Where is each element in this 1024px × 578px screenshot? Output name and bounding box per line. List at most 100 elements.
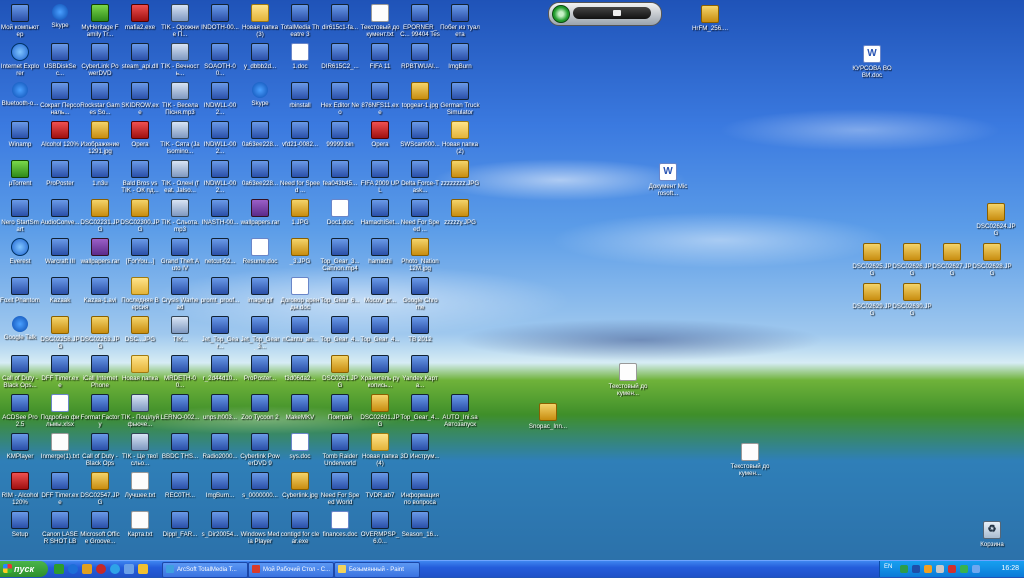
desktop-icon-dsc2628[interactable]: DSC02628.JPG (972, 240, 1012, 280)
desktop-icon[interactable]: Top_Gear_6... (320, 274, 360, 314)
desktop-icon[interactable]: wallpapers.rar (240, 196, 280, 236)
desktop-icon-recycle-bin[interactable]: ♻ Корзина (972, 518, 1012, 558)
language-indicator[interactable]: EN (884, 564, 892, 570)
desktop-icon[interactable]: 99999.bin (320, 118, 360, 158)
desktop-icon[interactable]: TIK - Весела Пісня.mp3 (160, 79, 200, 119)
desktop-icon[interactable]: Hex Editor Neo (320, 79, 360, 119)
desktop-icon[interactable]: Rockstar Games So... (80, 79, 120, 119)
desktop-icon[interactable]: TIK - Це твої сльо... (120, 430, 160, 470)
desktop-icon[interactable]: 1.JPG (280, 196, 320, 236)
desktop-icon[interactable]: r_2d44d10... (200, 352, 240, 392)
desktop-icon[interactable]: FIFA 11 (360, 40, 400, 80)
desktop-icon-word-doc[interactable]: W Документ Microsoft... (648, 160, 688, 200)
desktop-icon-kursova[interactable]: W КУРСОВА ВОВИ.doc (852, 42, 892, 82)
tray-bluetooth-icon[interactable] (912, 565, 920, 573)
desktop-icon[interactable]: Jet_Top_Gear... (200, 313, 240, 353)
desktop-icon[interactable]: Карта.txt (120, 508, 160, 548)
desktop-icon[interactable]: zzzzzy.JPG (440, 196, 480, 236)
desktop-icon[interactable]: DFF Timer.exe (40, 352, 80, 392)
desktop-icon[interactable]: Kazaak (40, 274, 80, 314)
desktop-icon[interactable]: fea043b45... (320, 157, 360, 197)
desktop-icon[interactable]: mafia2.exe (120, 1, 160, 41)
desktop-icon[interactable]: DSC...JPG (120, 313, 160, 353)
desktop-icon[interactable]: Need For Speed World (320, 469, 360, 509)
desktop-icon[interactable]: wallpapers.rar (80, 235, 120, 275)
desktop-icon[interactable]: TIK - Орожние П... (160, 1, 200, 41)
desktop-icon[interactable]: SKIDROW.exe (120, 79, 160, 119)
desktop-icon[interactable]: INDOTH-00... (200, 1, 240, 41)
desktop-icon-dsc2624[interactable]: DSC02624.JPG (976, 200, 1016, 240)
desktop-icon[interactable]: Grand Theft Auto IV (160, 235, 200, 275)
quicklaunch-folder-icon[interactable] (82, 564, 92, 574)
desktop-icon[interactable]: CyberLink PowerDVD (80, 40, 120, 80)
desktop-icon[interactable]: Microsoft Office Groove... (80, 508, 120, 548)
desktop-icon[interactable]: Foxit Phantom (0, 274, 40, 314)
desktop-icon[interactable]: ТВ 2012 (400, 313, 440, 353)
desktop-icon[interactable]: iCall Internet Phone (80, 352, 120, 392)
desktop-icon[interactable]: REC0TH... (160, 469, 200, 509)
desktop-icon[interactable]: Top_Gear_4... (360, 313, 400, 353)
desktop-icon[interactable]: unps.h003... (200, 391, 240, 431)
desktop-icon[interactable]: Bluetooth-о... (0, 79, 40, 119)
desktop-icon[interactable]: KMPlayer (0, 430, 40, 470)
desktop-icon[interactable]: DSC02300.JPG (120, 196, 160, 236)
desktop-icon[interactable]: FIFA 2009 UPL (360, 157, 400, 197)
desktop-icon[interactable]: Doc1.doc (320, 196, 360, 236)
quicklaunch-desktop-icon[interactable] (54, 564, 64, 574)
desktop-icon[interactable]: Crysis Warhead (160, 274, 200, 314)
desktop-icon[interactable]: DSC02258.JPG (40, 313, 80, 353)
desktop-icon[interactable]: TIK - Олені (feat. Jalso... (160, 157, 200, 197)
desktop-icon[interactable]: topgear-1.jpg (400, 79, 440, 119)
desktop-icon[interactable]: ProPoster... (240, 352, 280, 392)
tray-skype-icon[interactable] (960, 565, 968, 573)
desktop-icon[interactable]: SWScan000... (400, 118, 440, 158)
desktop-icon[interactable]: TotalMedia Theatre 3 (280, 1, 320, 41)
desktop-icon[interactable]: Warcraft III (40, 235, 80, 275)
desktop-icon[interactable]: MakeMKV (280, 391, 320, 431)
desktop-icon[interactable]: Season_16... (400, 508, 440, 548)
desktop-icon[interactable]: Call of Duty - Black Ops (80, 430, 120, 470)
desktop-icon[interactable]: DFF Timer.exe (40, 469, 80, 509)
desktop-icon[interactable]: ImgBurn... (200, 469, 240, 509)
desktop-icon[interactable]: TIK - Вечность... (160, 40, 200, 80)
desktop-icon[interactable]: µTorrent (0, 157, 40, 197)
desktop-icon[interactable]: INDWLL-002... (200, 118, 240, 158)
desktop-icon[interactable]: Internet Explorer (0, 40, 40, 80)
desktop-icon-textdoc2[interactable]: Текстовый докумен... (730, 440, 770, 480)
desktop-icon[interactable]: Google Talk (0, 313, 40, 353)
desktop-icon[interactable]: Jet_Top_Gear_3... (240, 313, 280, 353)
desktop-icon[interactable]: s_Dir20054... (200, 508, 240, 548)
desktop-icon[interactable]: hamachi (360, 235, 400, 275)
desktop-icon[interactable]: Yandex Карта... (400, 352, 440, 392)
desktop-icon-snopac[interactable]: Snopac_Inn... (528, 400, 568, 440)
desktop-icon[interactable]: INASTH-00... (200, 196, 240, 236)
desktop-icon-dsc2626[interactable]: DSC02626.JPG (892, 240, 932, 280)
desktop-icon[interactable]: Лучшее.txt (120, 469, 160, 509)
tray-utorrent-icon[interactable] (924, 565, 932, 573)
desktop-icon[interactable]: DSC02263.JPG (80, 313, 120, 353)
desktop-icon[interactable]: OVERMPSP_6.0... (360, 508, 400, 548)
tray-volume-icon[interactable] (936, 565, 944, 573)
desktop-icon[interactable]: INDWLL-002... (200, 79, 240, 119)
desktop-icon[interactable]: HamachiSet... (360, 196, 400, 236)
desktop-icon[interactable]: Skype (40, 1, 80, 41)
desktop-icon[interactable]: RIM - Alcohol 120% (0, 469, 40, 509)
desktop-icon[interactable]: DSC02601.JPG (360, 391, 400, 431)
desktop-icon[interactable]: f3d06da2... (280, 352, 320, 392)
desktop-icon[interactable]: contigd for clear.exe (280, 508, 320, 548)
desktop-icon[interactable]: MyHeritage Family Tr... (80, 1, 120, 41)
desktop-icon[interactable]: BBDC THS... (160, 430, 200, 470)
desktop-icon[interactable]: netcut-02... (200, 235, 240, 275)
desktop-icon[interactable]: Winamp (0, 118, 40, 158)
quicklaunch-more-icon[interactable] (138, 564, 148, 574)
desktop-icon[interactable]: [ForYou...] (120, 235, 160, 275)
desktop-icon[interactable]: ProPoster (40, 157, 80, 197)
desktop-icon[interactable]: Информация по вопросам... (400, 469, 440, 509)
desktop-icon[interactable]: Photo_Nation 12M.jpg (400, 235, 440, 275)
desktop-icon-dsc2629[interactable]: DSC02629.JPG (852, 280, 892, 320)
desktop-icon[interactable]: LERNO-002... (160, 391, 200, 431)
desktop-icon[interactable]: 0a63ee228... (240, 118, 280, 158)
media-player-gadget[interactable] (548, 2, 662, 26)
desktop-icon[interactable]: Договор аренды.doc (280, 274, 320, 314)
desktop-icon[interactable]: promt_proof... (200, 274, 240, 314)
